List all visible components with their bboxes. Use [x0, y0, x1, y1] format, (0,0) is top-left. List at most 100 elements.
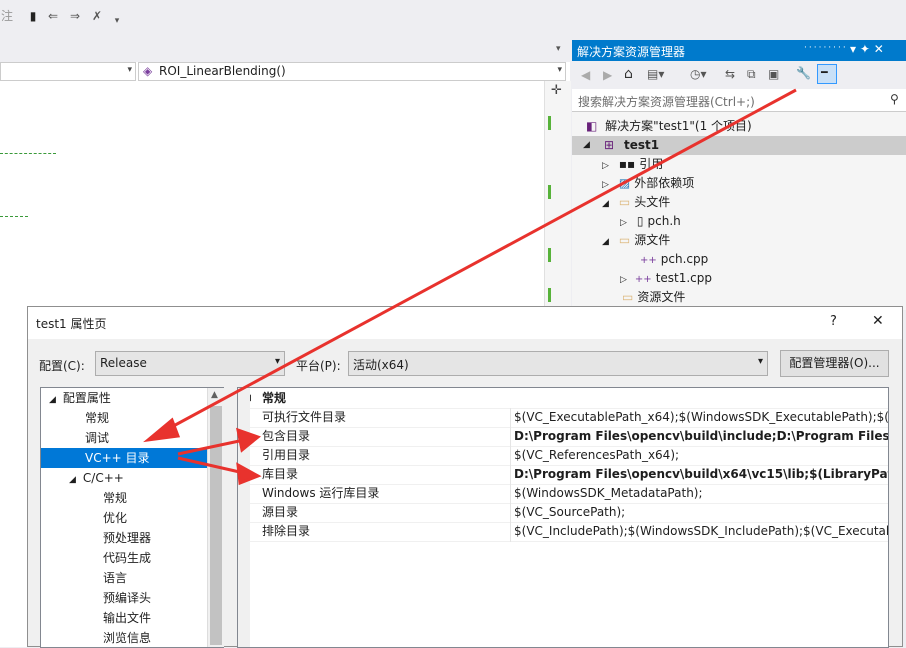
search-placeholder: 搜索解决方案资源管理器(Ctrl+;)	[578, 95, 755, 109]
solution-explorer-title: 解决方案资源管理器	[577, 45, 686, 59]
next-bookmark-icon[interactable]: ⇒	[68, 9, 82, 23]
folder-icon: ▭	[618, 233, 631, 247]
tree-item-pch-cpp[interactable]: ++ pch.cpp	[640, 250, 708, 269]
chevron-down-icon: ▾	[757, 356, 763, 367]
property-grid[interactable]: ◢ 常规 可执行文件目录$(VC_ExecutablePath_x64);$(W…	[237, 387, 889, 648]
tree-node-precompiled-headers[interactable]: 预编译头	[103, 588, 151, 608]
grid-margin	[238, 388, 250, 647]
file-icon: ▯	[636, 214, 644, 228]
grid-row-library-dirs[interactable]: 库目录 D:\Program Files\opencv\build\x64\vc1…	[238, 465, 888, 485]
expand-icon[interactable]: ◢	[583, 136, 590, 155]
scroll-up-icon[interactable]: ▲	[211, 390, 218, 400]
tab-overflow-icon[interactable]: ▾	[556, 44, 561, 54]
comment-line	[0, 153, 56, 154]
tree-node-cpp[interactable]: ◢ C/C++	[69, 468, 124, 488]
grid-row-winrt-dirs[interactable]: Windows 运行库目录 $(WindowsSDK_MetadataPath);	[238, 484, 888, 504]
tree-item-resource-files[interactable]: ▭ 资源文件	[622, 288, 685, 307]
tree-item-references[interactable]: ▷ ▪▪ 引用	[602, 155, 663, 174]
project-node[interactable]: ◢ ⊞ test1	[572, 136, 906, 155]
change-marker	[548, 248, 551, 262]
show-all-files-icon[interactable]: ▣	[768, 67, 779, 81]
solution-explorer-titlebar: 解决方案资源管理器 ········· ▾ ✦ ✕	[572, 40, 906, 61]
grid-section-header[interactable]: ◢ 常规	[238, 389, 888, 409]
platform-label: 平台(P):	[296, 359, 341, 373]
tree-node-optimization[interactable]: 优化	[103, 508, 127, 528]
tree-node-general[interactable]: 常规	[85, 408, 109, 428]
tree-node-code-generation[interactable]: 代码生成	[103, 548, 151, 568]
properties-wrench-icon[interactable]: 🔧	[796, 66, 811, 80]
grid-column-divider[interactable]	[510, 408, 511, 542]
split-icon[interactable]: ✛	[551, 83, 562, 98]
cpp-file-icon: ++	[640, 255, 657, 266]
solution-icon: ◧	[586, 119, 598, 133]
solution-explorer-toolbar: ◀ ▶ ⌂ ▤▾ ◷▾ ⇆ ⧉ ▣ 🔧 ━	[572, 61, 906, 89]
folder-icon: ▭	[622, 290, 634, 304]
switch-views-icon[interactable]: ▤▾	[647, 67, 664, 81]
chevron-down-icon: ▾	[274, 356, 280, 367]
scroll-thumb[interactable]	[210, 406, 222, 645]
editor-tab-strip: ▾	[0, 40, 570, 62]
back-icon[interactable]: ◀	[581, 68, 590, 82]
tree-node-cpp-general[interactable]: 常规	[103, 488, 127, 508]
scope-combo[interactable]: ▾	[0, 62, 136, 81]
prev-bookmark-icon[interactable]: ⇐	[46, 9, 60, 23]
clear-bookmark-icon[interactable]: ✗	[90, 9, 104, 23]
bookmark-icon[interactable]: ▮	[26, 9, 40, 23]
cpp-file-icon: ++	[634, 274, 652, 285]
dialog-titlebar: test1 属性页 ? ✕	[28, 307, 902, 339]
grid-row-executable-dirs[interactable]: 可执行文件目录 $(VC_ExecutablePath_x64);$(Window…	[238, 408, 888, 428]
platform-select[interactable]: 活动(x64) ▾	[348, 351, 768, 376]
home-icon[interactable]: ⌂	[624, 66, 633, 82]
toolbar-fragment: 注	[0, 9, 13, 23]
tree-item-external-deps[interactable]: ▷ ▨ 外部依赖项	[602, 174, 694, 193]
platform-value: 活动(x64)	[353, 358, 409, 372]
tree-node-config-properties[interactable]: ◢ 配置属性	[49, 388, 111, 408]
tree-node-debugging[interactable]: 调试	[85, 428, 109, 448]
grid-row-reference-dirs[interactable]: 引用目录 $(VC_ReferencesPath_x64);	[238, 446, 888, 466]
folder-icon: ▭	[618, 195, 631, 209]
pending-changes-icon[interactable]: ◷▾	[690, 67, 707, 81]
tree-item-pch-h[interactable]: ▷ ▯ pch.h	[620, 212, 681, 231]
window-controls-icon[interactable]: ▾ ✦ ✕	[850, 42, 884, 56]
search-icon[interactable]: ⚲	[890, 92, 899, 106]
preview-selected-button[interactable]: ━	[817, 64, 837, 84]
change-marker	[548, 116, 551, 130]
dotted-line: ·········	[804, 43, 848, 53]
tree-item-source-files[interactable]: ◢ ▭ 源文件	[602, 231, 670, 250]
collapse-all-icon[interactable]: ⧉	[747, 67, 756, 82]
tree-node-language[interactable]: 语言	[103, 568, 127, 588]
folder-icon: ▨	[618, 176, 631, 190]
project-label: test1	[624, 138, 660, 152]
member-combo-value: ROI_LinearBlending()	[159, 64, 286, 78]
grid-row-source-dirs[interactable]: 源目录 $(VC_SourcePath);	[238, 503, 888, 523]
dialog-title: test1 属性页	[36, 317, 107, 331]
member-combo[interactable]: ◈ ROI_LinearBlending() ▾	[138, 62, 566, 81]
tree-node-vc-directories[interactable]: VC++ 目录	[41, 448, 207, 468]
solution-node[interactable]: ◧ 解决方案"test1"(1 个项目)	[586, 117, 752, 136]
close-button[interactable]: ✕	[872, 313, 884, 329]
tree-node-preprocessor[interactable]: 预处理器	[103, 528, 151, 548]
config-value: Release	[100, 356, 147, 370]
overflow-icon[interactable]: ▾	[110, 14, 124, 28]
property-tree[interactable]: ◢ 配置属性 常规 调试 VC++ 目录 ◢ C/C++ 常规 优化 预处理器 代码…	[40, 387, 224, 648]
help-button[interactable]: ?	[830, 314, 837, 329]
grid-row-exclude-dirs[interactable]: 排除目录 $(VC_IncludePath);$(WindowsSDK_Inclu…	[238, 522, 888, 542]
tree-item-test1-cpp[interactable]: ▷ ++ test1.cpp	[620, 269, 712, 288]
forward-icon[interactable]: ▶	[603, 68, 612, 82]
change-marker	[548, 288, 551, 302]
tree-scrollbar[interactable]: ▲	[207, 388, 224, 647]
sync-icon[interactable]: ⇆	[725, 67, 735, 81]
config-manager-button[interactable]: 配置管理器(O)...	[780, 350, 889, 377]
comment-line	[0, 216, 28, 217]
config-label: 配置(C):	[39, 359, 85, 373]
method-icon: ◈	[143, 64, 153, 78]
property-pages-dialog: test1 属性页 ? ✕ 配置(C): Release ▾ 平台(P): 活动…	[27, 306, 903, 648]
tree-node-output-files[interactable]: 输出文件	[103, 608, 151, 628]
tree-node-browse-info[interactable]: 浏览信息	[103, 628, 151, 648]
search-box[interactable]: 搜索解决方案资源管理器(Ctrl+;) ⚲	[572, 89, 906, 112]
toolbar: 注 ▮ ⇐ ⇒ ✗ ▾	[0, 0, 906, 40]
pin-icon: ━	[821, 66, 828, 79]
grid-row-include-dirs[interactable]: 包含目录 D:\Program Files\opencv\build\includ…	[238, 427, 888, 447]
tree-item-header-files[interactable]: ◢ ▭ 头文件	[602, 193, 670, 212]
config-select[interactable]: Release ▾	[95, 351, 285, 376]
